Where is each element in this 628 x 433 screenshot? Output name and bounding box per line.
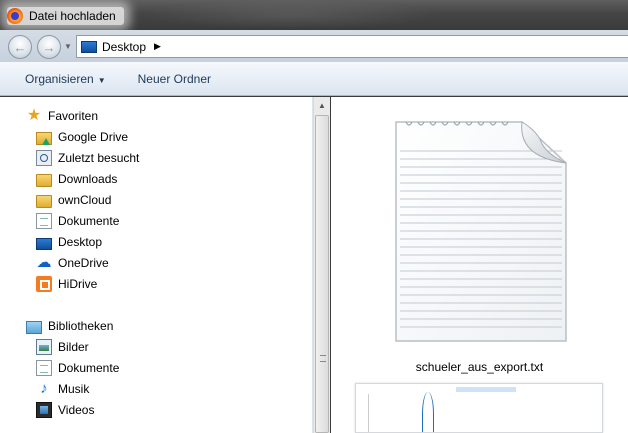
nav-item-downloads[interactable]: Downloads	[36, 169, 117, 189]
scroll-up-arrow-icon[interactable]: ▲	[314, 97, 330, 114]
thumbnail-peak	[422, 392, 434, 432]
new-folder-label: Neuer Ordner	[137, 71, 211, 86]
nav-item-label: OneDrive	[58, 256, 109, 270]
hidrive-icon	[36, 276, 52, 292]
recent-locations-dropdown[interactable]: ▼	[64, 42, 74, 52]
file-item[interactable]	[355, 383, 603, 433]
nav-item-label: Musik	[58, 382, 90, 396]
nav-item-label: Downloads	[58, 172, 118, 186]
nav-item-hidrive[interactable]: HiDrive	[36, 274, 97, 294]
file-name[interactable]: schueler_aus_export.txt	[331, 360, 628, 374]
navigation-bar: ← → ▼ Desktop ▶	[0, 30, 628, 62]
firefox-icon	[7, 8, 23, 24]
pictures-icon	[36, 339, 52, 355]
nav-group-favorites[interactable]: ★ Favoriten	[26, 106, 98, 126]
onedrive-icon: ☁	[36, 254, 52, 271]
nav-item-owncloud[interactable]: ownCloud	[36, 190, 111, 210]
nav-item-label: Google Drive	[58, 130, 129, 144]
window-title: Datei hochladen	[29, 9, 116, 23]
libraries-label: Bibliotheken	[48, 319, 114, 333]
google-drive-folder-icon	[36, 131, 52, 145]
organize-label: Organisieren	[25, 71, 94, 86]
chevron-right-icon[interactable]: ▶	[154, 41, 161, 52]
forward-button[interactable]: →	[37, 35, 61, 59]
folder-icon	[36, 194, 52, 208]
window-titlebar[interactable]: Datei hochladen	[0, 0, 628, 30]
nav-item-desktop[interactable]: Desktop	[36, 232, 102, 252]
file-item[interactable]	[394, 119, 570, 345]
libraries-icon	[26, 320, 42, 334]
address-bar[interactable]: Desktop ▶	[76, 35, 628, 58]
nav-item-label: HiDrive	[58, 277, 98, 291]
nav-item-recent[interactable]: Zuletzt besucht	[36, 148, 139, 168]
arrow-right-icon: →	[42, 39, 56, 55]
video-icon	[36, 402, 52, 418]
document-icon	[36, 213, 52, 229]
music-icon: ♪	[40, 380, 48, 397]
nav-item-label: ownCloud	[58, 193, 112, 207]
nav-item-videos[interactable]: Videos	[36, 400, 94, 420]
arrow-left-icon: ←	[13, 39, 27, 55]
nav-item-label: Bilder	[58, 340, 89, 354]
grip-icon	[320, 355, 326, 362]
text-file-icon	[395, 121, 567, 342]
address-location[interactable]: Desktop	[102, 40, 146, 54]
scrollbar-thumb[interactable]	[315, 115, 329, 433]
nav-item-music[interactable]: ♪ Musik	[36, 379, 89, 399]
nav-item-google-drive[interactable]: Google Drive	[36, 127, 128, 147]
favorites-label: Favoriten	[48, 109, 99, 123]
recent-places-icon	[36, 150, 52, 166]
nav-item-library-documents[interactable]: Dokumente	[36, 358, 119, 378]
nav-item-label: Zuletzt besucht	[58, 151, 140, 165]
nav-item-label: Videos	[58, 403, 95, 417]
new-folder-button[interactable]: Neuer Ordner	[132, 72, 217, 86]
nav-item-onedrive[interactable]: ☁ OneDrive	[36, 253, 109, 273]
command-toolbar: Organisieren ▼ Neuer Ordner	[0, 62, 628, 96]
nav-item-pictures[interactable]: Bilder	[36, 337, 89, 357]
organize-button[interactable]: Organisieren ▼	[19, 72, 112, 86]
caret-down-icon: ▼	[97, 75, 106, 85]
star-icon: ★	[26, 107, 42, 124]
file-list[interactable]: schueler_aus_export.txt	[331, 97, 628, 433]
nav-item-label: Dokumente	[58, 214, 120, 228]
chevron-down-icon: ▼	[64, 42, 72, 51]
window-title-area: Datei hochladen	[7, 7, 124, 25]
navigation-pane: ★ Favoriten Google Drive Zuletzt besucht…	[0, 97, 313, 433]
folder-icon	[36, 173, 52, 187]
desktop-icon	[81, 40, 97, 53]
chart-thumbnail-icon	[456, 387, 516, 392]
nav-item-label: Dokumente	[58, 361, 120, 375]
nav-group-libraries[interactable]: Bibliotheken	[26, 316, 113, 336]
nav-item-label: Desktop	[58, 235, 103, 249]
document-icon	[36, 360, 52, 376]
back-button[interactable]: ←	[8, 35, 32, 59]
navigation-scrollbar[interactable]: ▲	[313, 97, 330, 433]
desktop-icon	[36, 238, 52, 250]
nav-item-documents[interactable]: Dokumente	[36, 211, 119, 231]
thumbnail-axis	[368, 394, 369, 432]
